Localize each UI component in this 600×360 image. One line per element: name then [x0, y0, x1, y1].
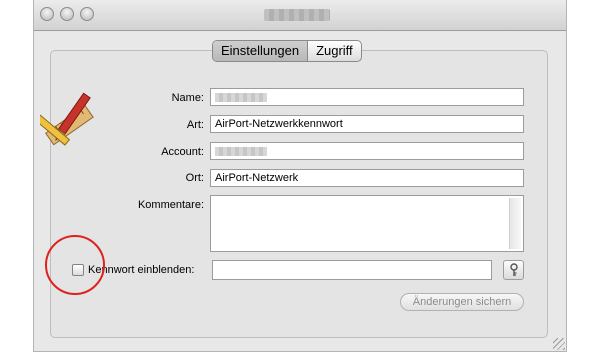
segmented-tabs: Einstellungen Zugriff [212, 40, 362, 62]
zoom-window-button[interactable] [80, 7, 94, 21]
name-field[interactable] [210, 88, 524, 106]
resize-handle[interactable] [553, 338, 565, 350]
save-changes-button[interactable]: Änderungen sichern [400, 293, 524, 311]
key-button[interactable] [503, 260, 524, 280]
minimize-window-button[interactable] [60, 7, 74, 21]
kommentare-textarea[interactable] [210, 195, 524, 252]
account-label: Account: [161, 146, 204, 158]
name-label: Name: [171, 92, 204, 104]
window-title-redacted [264, 9, 330, 21]
account-field[interactable] [210, 142, 524, 160]
art-label: Art: [186, 119, 204, 131]
redacted-name-value [215, 93, 267, 102]
tab-zugriff[interactable]: Zugriff [308, 41, 361, 61]
password-field[interactable] [212, 260, 492, 280]
redacted-account-value [215, 147, 267, 156]
ort-label: Ort: [185, 172, 204, 184]
kommentare-label: Kommentare: [137, 199, 204, 211]
ort-field[interactable]: AirPort-Netzwerk [210, 169, 524, 187]
close-window-button[interactable] [40, 7, 54, 21]
tab-einstellungen[interactable]: Einstellungen [213, 41, 309, 61]
key-icon [509, 263, 518, 276]
kommentare-scrollbar[interactable] [509, 198, 521, 249]
art-field[interactable]: AirPort-Netzwerkkennwort [210, 115, 524, 133]
title-bar [34, 0, 566, 31]
highlight-circle [45, 235, 105, 295]
